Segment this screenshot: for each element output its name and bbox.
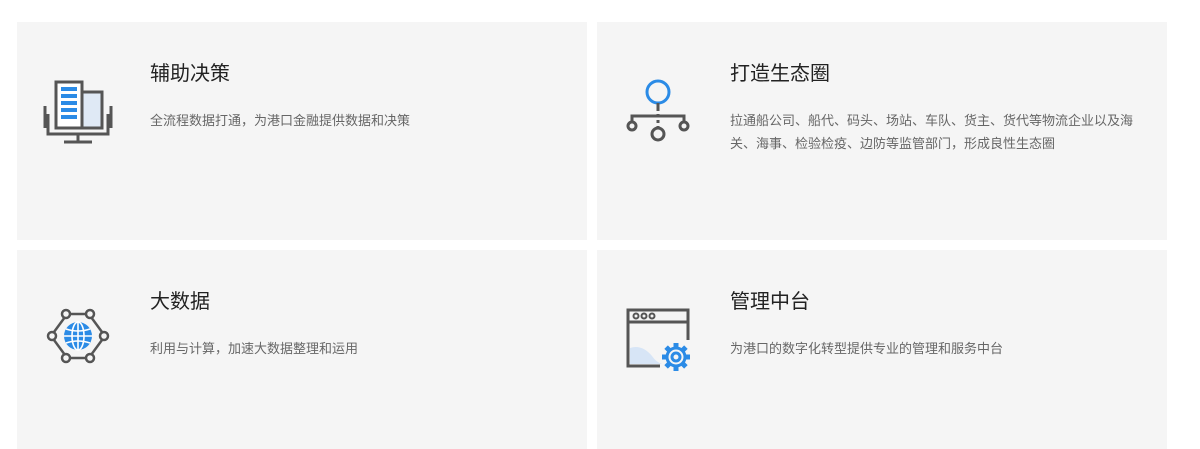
feature-title: 大数据 — [150, 289, 210, 313]
feature-description: 为港口的数字化转型提供专业的管理和服务中台 — [730, 342, 1004, 357]
browser-settings-icon — [622, 300, 694, 372]
feature-card-ecosystem: 打造生态圈 拉通船公司、船代、码头、场站、车队、货主、货代等物流企业以及海关、海… — [597, 22, 1167, 240]
building-icon — [42, 76, 114, 148]
feature-description: 全流程数据打通，为港口金融提供数据和决策 — [150, 114, 411, 129]
feature-description: 利用与计算，加速大数据整理和运用 — [150, 342, 359, 357]
feature-card-decision-support: 辅助决策 全流程数据打通，为港口金融提供数据和决策 — [17, 22, 587, 240]
feature-title: 辅助决策 — [150, 61, 230, 85]
globe-network-icon — [42, 300, 114, 372]
feature-title: 管理中台 — [730, 289, 810, 313]
feature-card-management-platform: 管理中台 为港口的数字化转型提供专业的管理和服务中台 — [597, 250, 1167, 449]
network-hierarchy-icon — [622, 76, 694, 148]
feature-card-big-data: 大数据 利用与计算，加速大数据整理和运用 — [17, 250, 587, 449]
feature-title: 打造生态圈 — [730, 61, 830, 85]
feature-grid: 辅助决策 全流程数据打通，为港口金融提供数据和决策 打造生态圈 拉通船公司、船代… — [0, 0, 1200, 449]
feature-description: 拉通船公司、船代、码头、场站、车队、货主、货代等物流企业以及海关、海事、检验检疫… — [730, 114, 1134, 152]
